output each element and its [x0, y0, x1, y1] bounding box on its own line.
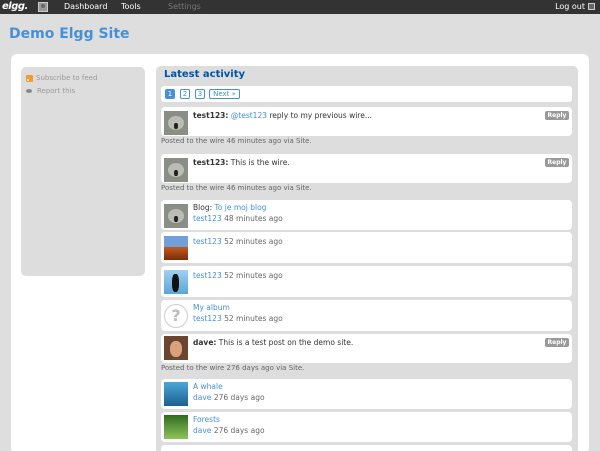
- page-1-button[interactable]: 1: [165, 89, 175, 99]
- item-meta: test123 48 minutes ago: [193, 214, 283, 223]
- report-this-label: Report this: [37, 87, 76, 95]
- report-icon: [26, 88, 34, 94]
- timestamp: 52 minutes ago: [224, 314, 283, 323]
- posted-meta: Posted to the wire 46 minutes ago via Si…: [161, 137, 312, 145]
- wire-post-text: test123: @test123 reply to my previous w…: [193, 111, 372, 120]
- photo-title-link[interactable]: Forests: [193, 415, 220, 424]
- nav-tools[interactable]: Tools: [121, 2, 141, 11]
- blog-line: Blog: To je moj blog: [193, 203, 266, 212]
- whale-photo-thumbnail[interactable]: [164, 382, 188, 406]
- blog-prefix: Blog:: [193, 203, 213, 212]
- subscribe-feed-label: Subscribe to feed: [36, 74, 98, 82]
- blog-title-link[interactable]: To je moj blog: [215, 203, 267, 212]
- user-link[interactable]: dave: [193, 393, 211, 402]
- timestamp: 52 minutes ago: [224, 237, 283, 246]
- reply-button[interactable]: Reply: [545, 338, 569, 347]
- nav-dashboard[interactable]: Dashboard: [64, 2, 107, 11]
- post-author[interactable]: dave:: [193, 338, 216, 347]
- list-item: Blog: To je moj blog test123 48 minutes …: [161, 200, 572, 230]
- user-avatar-icon[interactable]: [38, 2, 48, 12]
- posted-meta: Posted to the wire 46 minutes ago via Si…: [161, 184, 312, 192]
- list-item: test123: This is the wire. Reply: [161, 154, 572, 183]
- logout-link[interactable]: Log out: [555, 2, 585, 11]
- post-author[interactable]: test123:: [193, 158, 228, 167]
- rss-icon: [26, 74, 33, 82]
- next-page-button[interactable]: Next »: [209, 89, 240, 99]
- koala-avatar[interactable]: [164, 111, 188, 135]
- page-2-button[interactable]: 2: [180, 89, 190, 99]
- list-item: test123 52 minutes ago: [161, 266, 572, 297]
- list-item: [161, 445, 572, 451]
- timestamp: 52 minutes ago: [224, 271, 283, 280]
- wire-post-text: test123: This is the wire.: [193, 158, 290, 167]
- posted-meta: Posted to the wire 276 days ago via Site…: [161, 364, 305, 372]
- timestamp: 48 minutes ago: [224, 214, 283, 223]
- nav-settings[interactable]: Settings: [168, 2, 201, 11]
- list-item: dave: This is a test post on the demo si…: [161, 334, 572, 363]
- subscribe-feed-link[interactable]: Subscribe to feed: [26, 74, 97, 82]
- item-meta: test123 52 minutes ago: [193, 237, 283, 246]
- report-this-link[interactable]: Report this: [26, 87, 75, 95]
- question-mark-icon[interactable]: ?: [164, 304, 188, 328]
- wire-post-text: dave: This is a test post on the demo si…: [193, 338, 353, 347]
- reply-button[interactable]: Reply: [545, 111, 569, 120]
- desert-photo-thumbnail[interactable]: [164, 236, 188, 260]
- item-meta: test123 52 minutes ago: [193, 271, 283, 280]
- photo-title-link[interactable]: A whale: [193, 382, 223, 391]
- user-link[interactable]: test123: [193, 237, 222, 246]
- post-author[interactable]: test123:: [193, 111, 228, 120]
- dave-avatar[interactable]: [164, 336, 188, 360]
- post-body: reply to my previous wire...: [267, 111, 372, 120]
- timestamp: 276 days ago: [213, 426, 265, 435]
- item-meta: dave 276 days ago: [193, 426, 265, 435]
- user-link[interactable]: test123: [193, 271, 222, 280]
- logout-icon[interactable]: [588, 3, 595, 10]
- pagination: 1 2 3 Next »: [161, 86, 572, 102]
- elgg-logo[interactable]: elgg.: [2, 1, 28, 12]
- site-title[interactable]: Demo Elgg Site: [9, 26, 130, 42]
- mention-link[interactable]: @test123: [231, 111, 267, 120]
- post-body: This is a test post on the demo site.: [216, 338, 354, 347]
- album-title: My album: [193, 303, 230, 312]
- list-item: Forests dave 276 days ago: [161, 412, 572, 442]
- sidebar: Subscribe to feed Report this: [21, 67, 145, 276]
- forest-photo-thumbnail[interactable]: [164, 415, 188, 439]
- timestamp: 276 days ago: [213, 393, 265, 402]
- photo-title: Forests: [193, 415, 220, 424]
- page-3-button[interactable]: 3: [195, 89, 205, 99]
- item-meta: test123 52 minutes ago: [193, 314, 283, 323]
- page-title: Latest activity: [164, 69, 246, 80]
- koala-avatar[interactable]: [164, 204, 188, 228]
- reply-button[interactable]: Reply: [545, 158, 569, 167]
- post-body: This is the wire.: [228, 158, 290, 167]
- photo-title: A whale: [193, 382, 223, 391]
- album-title-link[interactable]: My album: [193, 303, 230, 312]
- list-item: test123: @test123 reply to my previous w…: [161, 107, 572, 136]
- top-toolbar: elgg. Dashboard Tools Settings Log out: [0, 0, 600, 14]
- list-item: test123 52 minutes ago: [161, 232, 572, 263]
- user-link[interactable]: test123: [193, 214, 222, 223]
- item-meta: dave 276 days ago: [193, 393, 265, 402]
- list-item: A whale dave 276 days ago: [161, 379, 572, 409]
- user-link[interactable]: test123: [193, 314, 222, 323]
- penguin-photo-thumbnail[interactable]: [164, 270, 188, 294]
- list-item: ? My album test123 52 minutes ago: [161, 300, 572, 331]
- koala-avatar[interactable]: [164, 158, 188, 182]
- user-link[interactable]: dave: [193, 426, 211, 435]
- activity-panel: Latest activity 1 2 3 Next » test123: @t…: [156, 66, 578, 451]
